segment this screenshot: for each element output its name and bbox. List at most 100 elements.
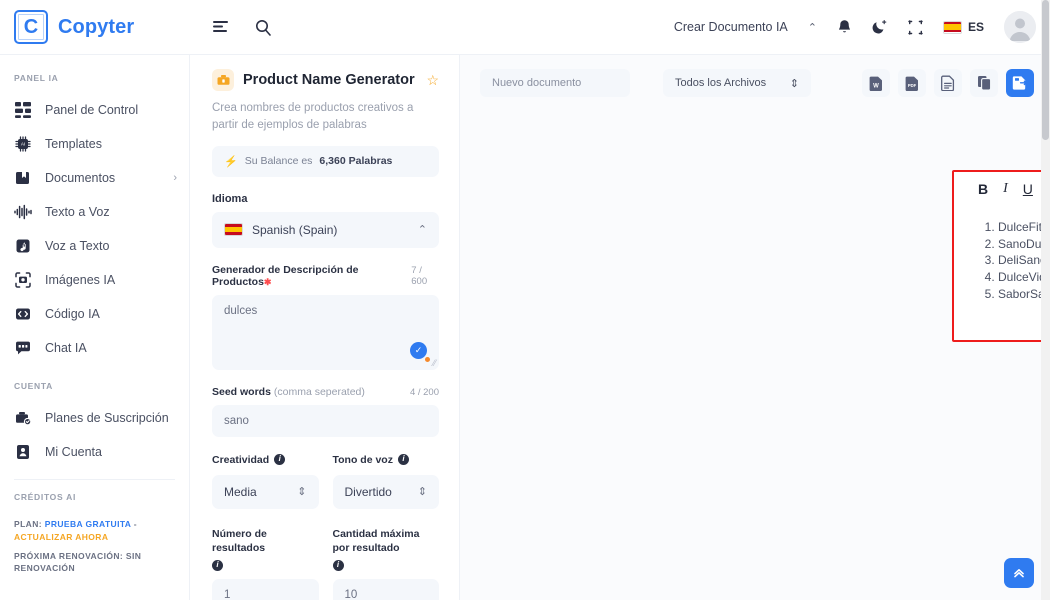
menu-icon[interactable] xyxy=(212,20,229,35)
language-selector[interactable]: ES xyxy=(942,20,984,34)
info-icon[interactable]: i xyxy=(397,454,409,466)
chevron-right-icon: › xyxy=(173,172,177,184)
bold-icon[interactable]: B xyxy=(978,181,988,197)
sidebar-item-label: Planes de Suscripción xyxy=(45,411,169,425)
scroll-to-top-button[interactable] xyxy=(1004,558,1034,588)
tone-value: Divertido xyxy=(344,484,392,499)
sidebar-item-label: Documentos xyxy=(45,171,116,185)
brand-name: Copyter xyxy=(58,15,135,38)
sidebar-item-mi-cuenta[interactable]: Mi Cuenta xyxy=(0,435,189,469)
plan-upgrade-link[interactable]: ACTUALIZAR AHORA xyxy=(14,532,108,542)
sidebar-item-codigo-ia[interactable]: Código IA xyxy=(0,297,189,331)
chevron-up-icon[interactable]: ⌃ xyxy=(808,21,817,34)
sidebar-item-panel-de-control[interactable]: Panel de Control xyxy=(0,93,189,127)
editor-highlight-box: B I U 123 xyxy=(952,170,1050,342)
results-input[interactable]: 1 xyxy=(212,579,319,600)
chip-ai-icon: AI xyxy=(14,135,32,153)
code-icon xyxy=(14,305,32,323)
results-label-text: Número de resultados xyxy=(212,527,267,554)
tool-form-panel: Product Name Generator ☆ Crea nombres de… xyxy=(190,55,460,600)
creativity-tone-row: Creatividad i Media ⇕ Tono de voz i Dive… xyxy=(212,453,439,509)
max-value: 10 xyxy=(344,589,358,600)
tone-select[interactable]: Divertido ⇕ xyxy=(332,474,439,509)
sidebar-item-label: Chat IA xyxy=(45,341,87,355)
sidebar-item-documentos[interactable]: Documentos › xyxy=(0,161,189,195)
document-content[interactable]: DulceFit SanoDulce DeliSano DulceVida Sa… xyxy=(954,205,1050,316)
results-group: Número de resultados i 1 xyxy=(212,527,319,600)
grammar-check-icon[interactable]: ✓ xyxy=(410,341,427,359)
svg-text:AI: AI xyxy=(21,142,25,147)
create-ai-document-link[interactable]: Crear Documento IA xyxy=(674,20,788,34)
export-text-button[interactable] xyxy=(934,69,962,97)
prompt-label: Generador de Descripción de Productos✱ xyxy=(212,264,411,288)
document-name-placeholder: Nuevo documento xyxy=(492,77,582,89)
sidebar-item-voz-a-texto[interactable]: Voz a Texto xyxy=(0,229,189,263)
sort-arrows-icon: ⇕ xyxy=(417,486,427,499)
page-scrollbar[interactable] xyxy=(1041,0,1050,600)
topbar-icon-group xyxy=(212,19,272,36)
file-filter-value: Todos los Archivos xyxy=(675,77,767,89)
star-icon[interactable]: ☆ xyxy=(426,72,439,89)
sidebar-item-chat-ia[interactable]: Chat IA xyxy=(0,331,189,365)
export-word-button[interactable]: W xyxy=(862,69,890,97)
save-document-button[interactable] xyxy=(1006,69,1034,97)
creativity-select[interactable]: Media ⇕ xyxy=(212,474,319,509)
moon-icon[interactable] xyxy=(872,19,888,35)
sidebar-item-label: Voz a Texto xyxy=(45,239,110,253)
search-icon[interactable] xyxy=(255,19,272,36)
balance-prefix: Su Balance es xyxy=(244,155,313,167)
creativity-label: Creatividad i xyxy=(212,453,319,467)
sidebar-item-imagenes-ia[interactable]: Imágenes IA xyxy=(0,263,189,297)
prompt-textarea-value: dulces xyxy=(224,304,258,317)
scrollbar-thumb[interactable] xyxy=(1042,0,1049,140)
dashboard-icon xyxy=(14,101,32,119)
toolbox-icon xyxy=(212,69,234,91)
seed-words-input[interactable]: sano xyxy=(212,404,439,437)
balance-banner: ⚡ Su Balance es 6,360 Palabras xyxy=(212,145,439,177)
sidebar-section-panel: PANEL IA xyxy=(14,73,59,83)
underline-icon[interactable]: U xyxy=(1023,181,1033,197)
topbar-right-group: Crear Documento IA ⌃ ES xyxy=(674,11,1050,43)
chevron-up-icon: ⌃ xyxy=(417,224,427,236)
plan-prefix: PLAN: xyxy=(14,519,42,529)
seed-label: Seed words (comma seperated) xyxy=(212,386,365,398)
sidebar-section-cuenta: CUENTA xyxy=(14,381,53,391)
brand[interactable]: C Copyter xyxy=(0,10,190,44)
info-icon[interactable]: i xyxy=(212,560,223,572)
export-pdf-button[interactable]: PDF xyxy=(898,69,926,97)
creativity-label-text: Creatividad xyxy=(212,453,270,466)
italic-icon[interactable]: I xyxy=(1003,181,1008,197)
subscription-icon xyxy=(14,409,32,427)
sidebar: PANEL IA Panel de Control AI Templates D… xyxy=(0,55,190,600)
file-filter-select[interactable]: Todos los Archivos ⇕ xyxy=(663,69,811,97)
resize-grip-icon[interactable]: ⁄⁄ xyxy=(433,358,436,368)
avatar[interactable] xyxy=(1004,11,1036,43)
seed-label-hint: (comma seperated) xyxy=(273,385,365,398)
svg-text:W: W xyxy=(873,83,879,89)
tone-label-text: Tono de voz xyxy=(332,453,393,466)
results-label: Número de resultados i xyxy=(212,527,319,572)
info-icon[interactable]: i xyxy=(332,560,344,572)
tool-header: Product Name Generator ☆ xyxy=(212,69,439,91)
sidebar-item-texto-a-voz[interactable]: Texto a Voz xyxy=(0,195,189,229)
prompt-textarea[interactable]: dulces ✓ ⁄⁄ xyxy=(212,294,439,370)
sidebar-item-planes-de-suscripcion[interactable]: Planes de Suscripción xyxy=(0,401,189,435)
bell-icon[interactable] xyxy=(837,19,852,35)
language-select[interactable]: Spanish (Spain) ⌃ xyxy=(212,211,439,248)
brand-logo-icon: C xyxy=(14,10,48,44)
sidebar-item-templates[interactable]: AI Templates xyxy=(0,127,189,161)
prompt-label-text: Generador de Descripción de Productos xyxy=(212,263,359,288)
seed-label-row: Seed words (comma seperated) 4 / 200 xyxy=(212,386,439,398)
creativity-group: Creatividad i Media ⇕ xyxy=(212,453,319,509)
max-input[interactable]: 10 xyxy=(332,579,439,600)
info-icon[interactable]: i xyxy=(274,454,286,466)
document-name-input[interactable]: Nuevo documento xyxy=(480,69,630,97)
document-panel: Nuevo documento Todos los Archivos ⇕ W P… xyxy=(460,55,1050,600)
sidebar-section-creditos: CRÉDITOS AI xyxy=(14,492,77,502)
collapse-screen-icon[interactable] xyxy=(908,19,923,35)
bolt-icon: ⚡ xyxy=(224,155,238,168)
page-title: Product Name Generator xyxy=(243,72,415,88)
seed-counter: 4 / 200 xyxy=(409,386,439,398)
copy-document-button[interactable] xyxy=(970,69,998,97)
svg-text:PDF: PDF xyxy=(907,83,916,88)
